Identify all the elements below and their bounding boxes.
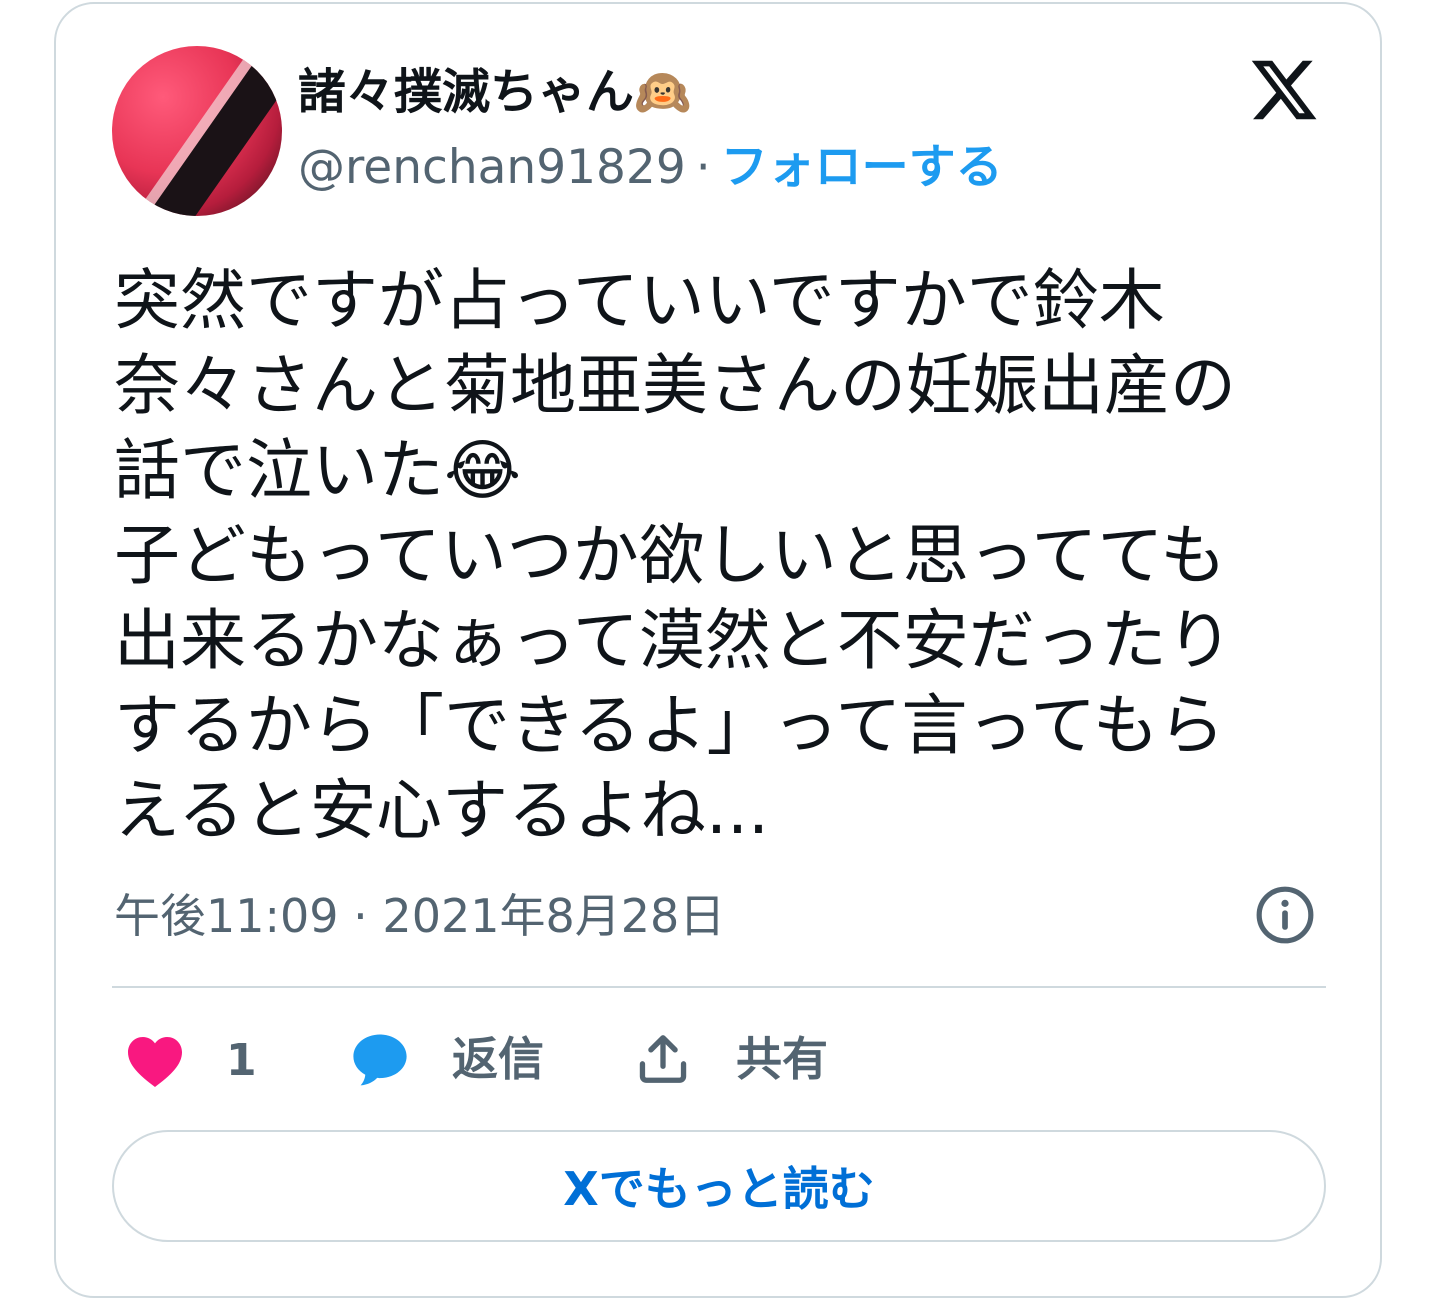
reply-button[interactable]: 返信 — [452, 1030, 544, 1088]
like-count[interactable]: 1 — [226, 1034, 257, 1088]
read-more-on-x-button[interactable]: Xでもっと読む — [112, 1130, 1326, 1242]
divider — [112, 986, 1326, 988]
tweet-line: 突然ですが占っていいですかで鈴木 — [114, 262, 1165, 339]
tweet-line: 奈々さんと菊地亜美さんの妊娠出産の — [114, 347, 1236, 424]
handle-row: @renchan91829 · フォローする — [298, 140, 1003, 196]
speech-bubble-icon[interactable] — [348, 1028, 412, 1090]
tweet-line: えると安心するよね... — [114, 772, 769, 849]
follow-button[interactable]: フォローする — [721, 140, 1003, 195]
avatar[interactable] — [112, 46, 282, 216]
display-name-text: 諸々撲滅ちゃん — [298, 64, 635, 120]
tweet-text: 突然ですが占っていいですかで鈴木 奈々さんと菊地亜美さんの妊娠出産の 話で泣いた… — [114, 258, 1334, 853]
tears-of-joy-emoji: 😂 — [444, 432, 522, 509]
user-handle[interactable]: @renchan91829 — [298, 140, 686, 195]
tweet-line-text: 話で泣いた — [114, 432, 444, 509]
separator-dot: · — [695, 140, 711, 195]
tweet-line: 出来るかなぁって漠然と不安だったり — [114, 602, 1233, 679]
tweet-line: 子どもっていつか欲しいと思ってても — [114, 517, 1227, 594]
info-icon[interactable] — [1254, 884, 1316, 946]
tweet-line: 話で泣いた😂 — [114, 428, 1334, 513]
display-name[interactable]: 諸々撲滅ちゃん🙉 — [298, 62, 691, 122]
monkey-emoji: 🙉 — [634, 65, 692, 119]
tweet-line: するから「できるよ」って言ってもら — [114, 687, 1225, 764]
timestamp[interactable]: 午後11:09 · 2021年8月28日 — [114, 888, 725, 944]
x-logo-icon[interactable] — [1246, 54, 1322, 126]
share-upload-icon[interactable] — [634, 1030, 692, 1088]
heart-icon[interactable] — [124, 1034, 186, 1088]
share-button[interactable]: 共有 — [736, 1030, 828, 1088]
